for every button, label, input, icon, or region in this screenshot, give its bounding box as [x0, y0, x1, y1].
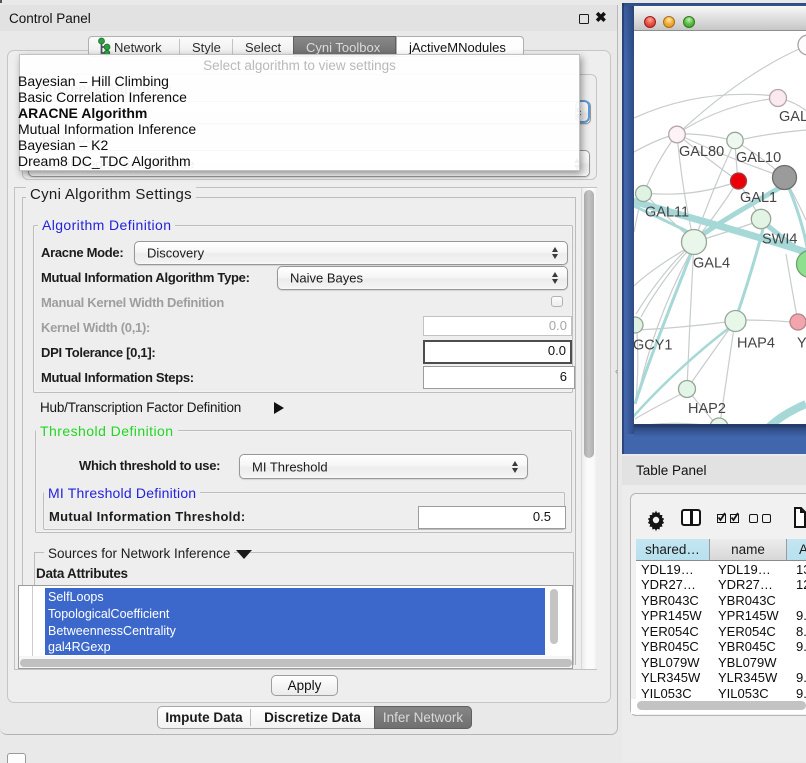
svg-text:HAP4: HAP4: [737, 336, 775, 352]
svg-text:GAL4: GAL4: [693, 256, 730, 272]
svg-text:HAP2: HAP2: [688, 401, 726, 417]
svg-text:Y: Y: [797, 336, 806, 352]
svg-text:GCY1: GCY1: [634, 338, 673, 354]
svg-text:GAL10: GAL10: [736, 150, 781, 166]
svg-text:SWI4: SWI4: [762, 232, 797, 248]
svg-text:GAL7: GAL7: [779, 109, 806, 125]
svg-text:GAL80: GAL80: [679, 144, 724, 160]
svg-text:GAL1: GAL1: [740, 190, 777, 206]
svg-text:GAL11: GAL11: [645, 205, 689, 221]
